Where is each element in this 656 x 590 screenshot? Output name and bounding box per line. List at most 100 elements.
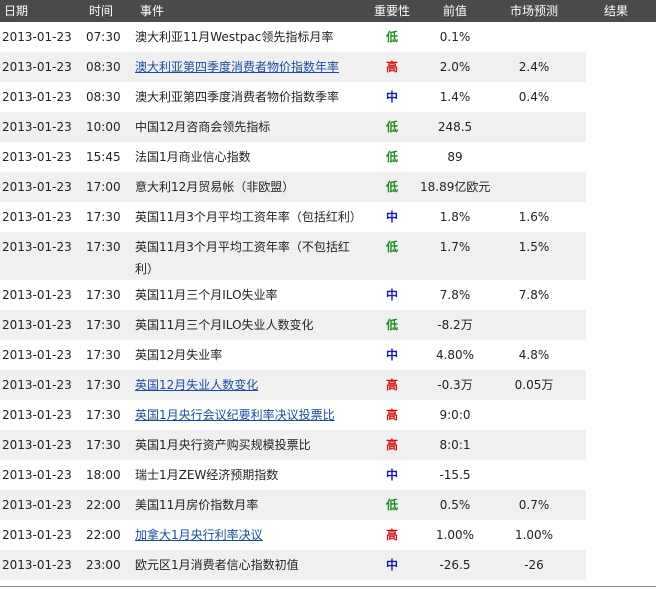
row-event-link[interactable]: 英国1月央行会议纪要利率决议投票比 bbox=[135, 400, 367, 430]
row-forecast: 2.4% bbox=[518, 60, 550, 74]
row-previous: 1.8% bbox=[439, 210, 471, 224]
row-importance: 低 bbox=[385, 120, 398, 134]
row-previous: 9:0:0 bbox=[439, 408, 471, 422]
row-importance: 低 bbox=[385, 180, 398, 194]
table-row: 2013-01-23 17:30 英国12月失业率 中 4.80% 4.8% bbox=[0, 340, 586, 370]
row-previous: 89 bbox=[447, 150, 463, 164]
row-time: 07:30 bbox=[86, 30, 121, 44]
header-importance: 重要性 bbox=[373, 4, 410, 18]
header-date: 日期 bbox=[4, 4, 29, 18]
row-forecast: 7.8% bbox=[518, 288, 550, 302]
row-forecast: -26 bbox=[524, 558, 544, 572]
header-result: 结果 bbox=[603, 4, 628, 18]
header-previous: 前值 bbox=[442, 4, 467, 18]
table-row: 2013-01-23 17:00 意大利12月贸易帐（非欧盟） 低 18.89亿欧元 bbox=[0, 172, 586, 202]
row-event: 英国11月三个月ILO失业率 bbox=[135, 288, 278, 302]
row-forecast bbox=[494, 400, 574, 430]
row-date: 2013-01-23 bbox=[2, 240, 72, 254]
row-time: 17:30 bbox=[86, 210, 121, 224]
header-forecast: 市场预测 bbox=[509, 4, 558, 18]
row-event-link[interactable]: 加拿大1月央行利率决议 bbox=[135, 520, 367, 550]
row-previous: -8.2万 bbox=[437, 318, 473, 332]
row-importance: 低 bbox=[385, 318, 398, 332]
row-time: 18:00 bbox=[86, 468, 121, 482]
row-event: 美国11月房价指数月率 bbox=[135, 498, 259, 512]
row-importance: 低 bbox=[385, 498, 398, 512]
row-time: 17:00 bbox=[86, 180, 121, 194]
row-date: 2013-01-23 bbox=[2, 438, 72, 452]
row-event: 英国1月央行资产购买规模投票比 bbox=[135, 438, 311, 452]
row-date: 2013-01-23 bbox=[2, 60, 72, 74]
row-date: 2013-01-23 bbox=[2, 348, 72, 362]
row-importance: 低 bbox=[385, 30, 398, 44]
row-date: 2013-01-23 bbox=[2, 498, 72, 512]
row-date: 2013-01-23 bbox=[2, 120, 72, 134]
row-event: 英国12月失业率 bbox=[135, 348, 223, 362]
row-time: 17:30 bbox=[86, 288, 121, 302]
row-previous: -0.3万 bbox=[437, 378, 473, 392]
row-event-link[interactable]: 英国12月失业人数变化 bbox=[135, 370, 367, 400]
row-previous: 7.8% bbox=[439, 288, 471, 302]
row-previous: -26.5 bbox=[439, 558, 471, 572]
row-event: 澳大利亚11月Westpac领先指标月率 bbox=[135, 30, 334, 44]
row-time: 17:30 bbox=[86, 378, 121, 392]
table-row: 2013-01-23 17:30 英国11月三个月ILO失业人数变化 低 -8.2万 bbox=[0, 310, 586, 340]
row-time: 17:30 bbox=[86, 408, 121, 422]
row-time: 10:00 bbox=[86, 120, 121, 134]
row-forecast: 1.6% bbox=[518, 210, 550, 224]
row-previous: 4.80% bbox=[435, 348, 475, 362]
row-date: 2013-01-23 bbox=[2, 288, 72, 302]
row-forecast bbox=[494, 142, 574, 172]
row-previous: 0.5% bbox=[439, 498, 471, 512]
row-forecast bbox=[494, 22, 574, 52]
row-time: 23:00 bbox=[86, 558, 121, 572]
row-forecast: 1.5% bbox=[518, 240, 550, 254]
row-time: 17:30 bbox=[86, 348, 121, 362]
row-event: 瑞士1月ZEW经济预期指数 bbox=[135, 468, 279, 482]
table-row: 2013-01-23 23:00 欧元区1月消费者信心指数初值 中 -26.5 -26 bbox=[0, 550, 586, 580]
row-date: 2013-01-23 bbox=[2, 318, 72, 332]
row-event: 法国1月商业信心指数 bbox=[135, 150, 251, 164]
row-importance: 高 bbox=[385, 438, 398, 452]
row-forecast bbox=[494, 112, 574, 142]
table-row: 2013-01-23 22:00 美国11月房价指数月率 低 0.5% 0.7% bbox=[0, 490, 586, 520]
table-row: 2013-01-23 22:00 加拿大1月央行利率决议 高 1.00% 1.00% bbox=[0, 520, 586, 550]
table-row: 2013-01-23 08:30 澳大利亚第四季度消费者物价指数季率 中 1.4% 0.4… bbox=[0, 82, 586, 112]
row-previous: 2.0% bbox=[439, 60, 471, 74]
table-row: 2013-01-23 08:30 澳大利亚第四季度消费者物价指数年率 高 2.0% 2.4… bbox=[0, 52, 586, 82]
row-forecast: 0.7% bbox=[518, 498, 550, 512]
row-date: 2013-01-23 bbox=[2, 408, 72, 422]
economic-calendar: 日期 时间 事件 重要性 前值 市场预测 结果 2013-01-23 07:30 澳… bbox=[0, 0, 656, 590]
row-date: 2013-01-23 bbox=[2, 150, 72, 164]
row-previous: 248.5 bbox=[437, 120, 473, 134]
row-event: 英国11月三个月ILO失业人数变化 bbox=[135, 318, 314, 332]
header-time: 时间 bbox=[89, 4, 114, 18]
row-previous: 1.00% bbox=[435, 528, 475, 542]
row-previous: -15.5 bbox=[439, 468, 471, 482]
row-previous: 8:0:1 bbox=[439, 438, 471, 452]
row-importance: 中 bbox=[385, 348, 398, 362]
row-importance: 中 bbox=[385, 288, 398, 302]
row-importance: 低 bbox=[385, 240, 398, 254]
table-row: 2013-01-23 17:30 英国11月三个月ILO失业率 中 7.8% 7.8% bbox=[0, 280, 586, 310]
table-header: 日期 时间 事件 重要性 前值 市场预测 结果 bbox=[0, 0, 656, 22]
row-event-link[interactable]: 澳大利亚第四季度消费者物价指数年率 bbox=[135, 52, 367, 82]
table-row: 2013-01-23 17:30 英国11月3个月平均工资年率（不包括红利） 低 1.7… bbox=[0, 232, 586, 280]
row-forecast bbox=[494, 430, 574, 460]
row-previous: 1.4% bbox=[439, 90, 471, 104]
row-importance: 中 bbox=[385, 468, 398, 482]
row-time: 17:30 bbox=[86, 318, 121, 332]
row-importance: 中 bbox=[385, 558, 398, 572]
row-date: 2013-01-23 bbox=[2, 30, 72, 44]
table-row: 2013-01-23 17:30 英国1月央行资产购买规模投票比 高 8:0:1 bbox=[0, 430, 586, 460]
table-row: 2013-01-23 07:30 澳大利亚11月Westpac领先指标月率 低 0.1% bbox=[0, 22, 586, 52]
row-event: 中国12月咨商会领先指标 bbox=[135, 120, 271, 134]
row-previous: 0.1% bbox=[439, 30, 471, 44]
header-event: 事件 bbox=[140, 4, 165, 18]
table-row: 2013-01-23 17:30 英国1月央行会议纪要利率决议投票比 高 9:0:0 bbox=[0, 400, 586, 430]
row-forecast bbox=[494, 310, 574, 340]
row-date: 2013-01-23 bbox=[2, 378, 72, 392]
table-row: 2013-01-23 18:00 瑞士1月ZEW经济预期指数 中 -15.5 bbox=[0, 460, 586, 490]
row-date: 2013-01-23 bbox=[2, 210, 72, 224]
row-event: 意大利12月贸易帐（非欧盟） bbox=[135, 180, 295, 194]
